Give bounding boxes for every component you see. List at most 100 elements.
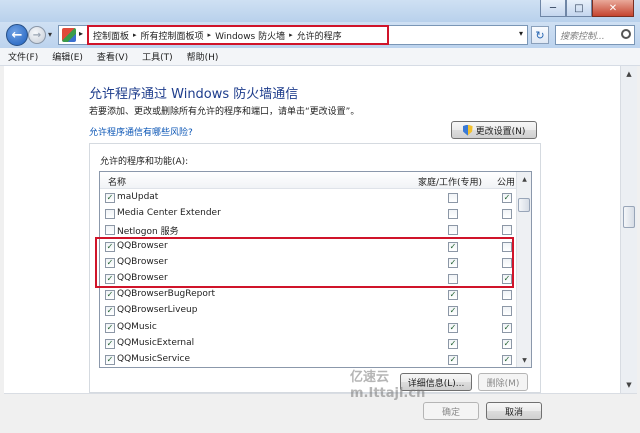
title-bar: ─ □ ✕ [0,0,640,22]
public-checkbox[interactable] [502,257,512,268]
program-enabled-checkbox[interactable]: ✓ [105,322,115,333]
watermark-line-1: 亿速云 [350,370,390,385]
program-enabled-checkbox[interactable]: ✓ [105,241,115,252]
cancel-button[interactable]: 取消 [486,402,542,420]
forward-button[interactable]: → [28,26,46,44]
home-work-checkbox[interactable]: ✓ [448,306,458,317]
public-checkbox[interactable]: ✓ [502,338,512,349]
list-item[interactable]: ✓ QQBrowser ✓ [100,239,516,255]
home-work-checkbox[interactable]: ✓ [448,322,458,333]
list-item[interactable]: ✓ QQMusicService ✓ ✓ [100,352,516,367]
breadcrumb-windows-firewall[interactable]: Windows 防火墙 [215,29,285,42]
public-checkbox[interactable] [502,209,512,220]
list-scrollbar[interactable]: ▲ ▼ [516,172,531,367]
forward-arrow-icon: → [32,29,42,41]
home-work-checkbox[interactable]: ✓ [448,241,458,252]
home-work-checkbox[interactable]: ✓ [448,338,458,349]
control-panel-icon [62,28,76,42]
chevron-right-icon[interactable]: ▸ [133,31,137,39]
breadcrumb-control-panel[interactable]: 控制面板 [93,29,129,42]
remove-label: 删除(M) [486,378,520,389]
home-work-checkbox[interactable] [448,273,458,284]
back-button[interactable]: ← [6,24,28,46]
address-dropdown-button[interactable]: ▾ [519,29,523,38]
public-checkbox[interactable] [502,290,512,301]
scroll-up-arrow-icon[interactable]: ▲ [621,66,637,82]
chevron-right-icon[interactable]: ▸ [289,31,293,39]
content-pane: 允许程序通过 Windows 防火墙通信 若要添加、更改或删除所有允许的程序和端… [4,66,620,393]
public-checkbox[interactable]: ✓ [502,273,512,284]
menu-edit[interactable]: 编辑(E) [52,50,83,63]
column-header-public[interactable]: 公用 [497,175,515,188]
program-enabled-checkbox[interactable]: ✓ [105,193,115,203]
menu-help[interactable]: 帮助(H) [187,50,219,63]
chevron-right-icon[interactable]: ▸ [208,31,212,39]
address-bar[interactable]: ▸ 控制面板 ▸ 所有控制面板项 ▸ Windows 防火墙 ▸ 允许的程序 ▾ [58,25,528,45]
list-item[interactable]: ✓ maUpdat ✓ [100,190,516,206]
list-item[interactable]: ✓ QQMusicExternal ✓ ✓ [100,336,516,352]
home-work-checkbox[interactable] [448,209,458,220]
list-item[interactable]: ✓ QQBrowserBugReport ✓ [100,287,516,303]
program-enabled-checkbox[interactable] [105,225,115,236]
page-title: 允许程序通过 Windows 防火墙通信 [89,87,299,102]
page-scrollbar[interactable]: ▲ ▼ [620,66,637,393]
chevron-right-icon[interactable]: ▸ [79,29,83,38]
program-enabled-checkbox[interactable]: ✓ [105,257,115,268]
recent-pages-dropdown[interactable]: ▾ [48,30,52,39]
public-checkbox[interactable]: ✓ [502,322,512,333]
uac-shield-icon [462,124,473,136]
remove-button[interactable]: 删除(M) [478,373,528,391]
list-item[interactable]: ✓ QQBrowser ✓ [100,255,516,271]
public-checkbox[interactable] [502,241,512,252]
program-enabled-checkbox[interactable]: ✓ [105,273,115,284]
list-item[interactable]: Netlogon 服务 [100,222,516,238]
list-item[interactable]: ✓ QQBrowser ✓ [100,271,516,287]
column-header-name[interactable]: 名称 [108,175,126,188]
scroll-down-arrow-icon[interactable]: ▼ [621,377,637,393]
page-scrollbar-thumb[interactable] [623,206,635,228]
menu-tools[interactable]: 工具(T) [142,50,173,63]
breadcrumb: 控制面板 ▸ 所有控制面板项 ▸ Windows 防火墙 ▸ 允许的程序 [87,25,389,45]
public-checkbox[interactable] [502,306,512,317]
ok-button[interactable]: 确定 [423,402,479,420]
breadcrumb-all-items[interactable]: 所有控制面板项 [141,29,204,42]
program-enabled-checkbox[interactable]: ✓ [105,290,115,301]
dialog-footer: 确定 取消 [4,393,637,433]
breadcrumb-allowed-programs[interactable]: 允许的程序 [297,29,342,42]
scroll-down-arrow-icon[interactable]: ▼ [517,353,531,367]
list-item[interactable]: ✓ QQMusic ✓ ✓ [100,320,516,336]
home-work-checkbox[interactable] [448,225,458,236]
search-input[interactable]: 搜索控制... [555,25,635,45]
program-enabled-checkbox[interactable]: ✓ [105,354,115,365]
program-name: QQMusicExternal [117,337,195,348]
list-item[interactable]: Media Center Extender [100,206,516,222]
program-enabled-checkbox[interactable]: ✓ [105,338,115,349]
programs-list[interactable]: 名称 家庭/工作(专用) 公用 ✓ maUpdat ✓ Media Center Ex… [99,171,532,368]
home-work-checkbox[interactable] [448,193,458,203]
minimize-button[interactable]: ─ [540,0,566,17]
change-settings-button[interactable]: 更改设置(N) [451,121,537,139]
home-work-checkbox[interactable]: ✓ [448,257,458,268]
maximize-button[interactable]: □ [566,0,592,17]
list-item[interactable]: ✓ QQBrowserLiveup ✓ [100,303,516,319]
close-button[interactable]: ✕ [592,0,634,17]
list-scrollbar-thumb[interactable] [518,198,530,212]
scroll-up-arrow-icon[interactable]: ▲ [517,172,531,186]
cancel-label: 取消 [504,407,523,418]
column-header-home-work[interactable]: 家庭/工作(专用) [418,175,482,188]
ok-label: 确定 [441,407,460,418]
public-checkbox[interactable]: ✓ [502,354,512,365]
public-checkbox[interactable]: ✓ [502,193,512,203]
refresh-button[interactable]: ↻ [531,26,549,44]
home-work-checkbox[interactable]: ✓ [448,354,458,365]
program-enabled-checkbox[interactable]: ✓ [105,306,115,317]
navigation-bar: ← → ▾ ▸ 控制面板 ▸ 所有控制面板项 ▸ Windows 防火墙 ▸ 允… [0,22,640,48]
menu-file[interactable]: 文件(F) [8,50,38,63]
home-work-checkbox[interactable]: ✓ [448,290,458,301]
risk-help-link[interactable]: 允许程序通信有哪些风险? [89,125,193,138]
program-enabled-checkbox[interactable] [105,209,115,220]
public-checkbox[interactable] [502,225,512,236]
search-placeholder: 搜索控制... [560,32,605,42]
window-controls: ─ □ ✕ [540,0,634,17]
menu-view[interactable]: 查看(V) [97,50,128,63]
